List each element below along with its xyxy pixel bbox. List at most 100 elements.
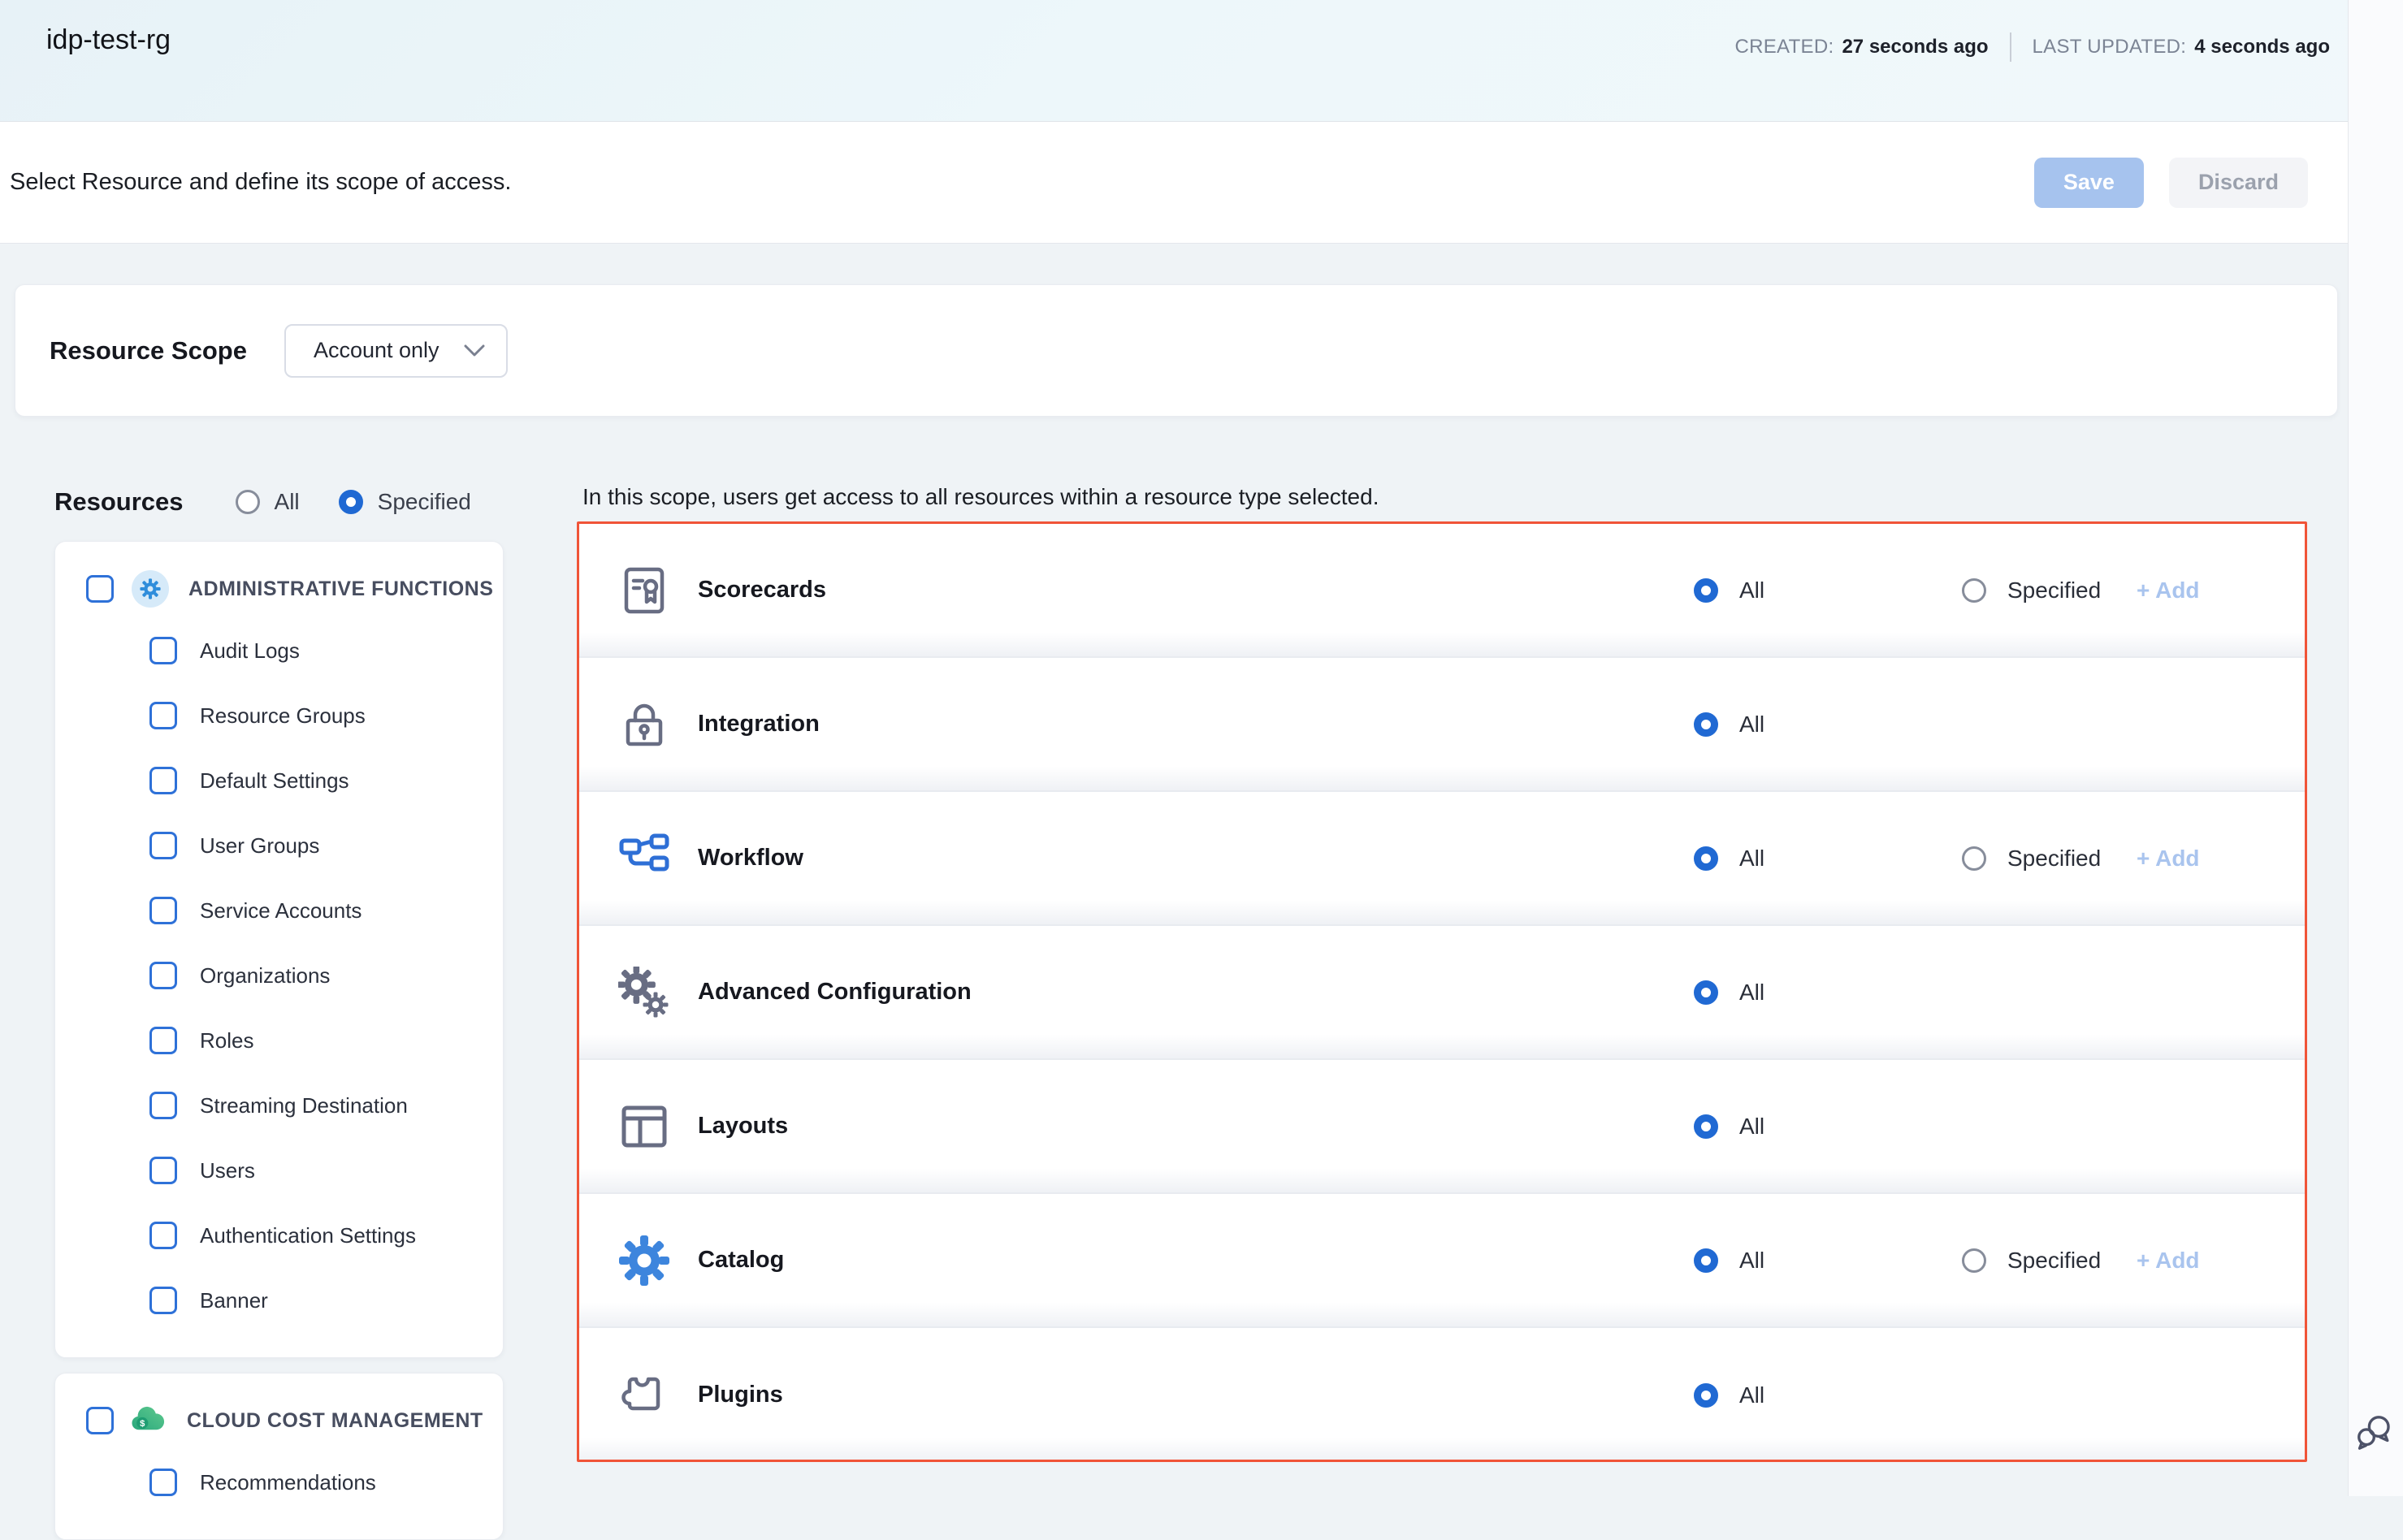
resource-type-row: Advanced Configuration All <box>579 926 2305 1060</box>
resource-item-label: Users <box>200 1158 255 1183</box>
radio-all-control[interactable] <box>236 490 260 514</box>
radio-all-label: All <box>1739 1248 1764 1274</box>
resource-item-checkbox[interactable] <box>149 1092 177 1119</box>
resource-type-name: Scorecards <box>698 577 826 603</box>
group-header: $ CLOUD COST MANAGEMENT <box>55 1391 503 1450</box>
chat-bubbles-icon[interactable] <box>2353 1412 2397 1456</box>
radio-specified-label: Specified <box>2007 846 2101 872</box>
right-gutter <box>2348 0 2403 1496</box>
resource-item-label: Resource Groups <box>200 703 366 729</box>
resource-type-name: Layouts <box>698 1113 788 1140</box>
cloud-dollar-icon: $ <box>128 1401 167 1440</box>
radio-all-label: All <box>275 489 300 515</box>
resources-title: Resources <box>54 487 184 517</box>
group-label: ADMINISTRATIVE FUNCTIONS <box>188 578 493 601</box>
row-radio-all[interactable]: All <box>1694 1114 1764 1140</box>
resource-type-name: Integration <box>698 711 820 738</box>
row-radio-all[interactable]: All <box>1694 1248 1764 1274</box>
advanced-configuration-gears-icon <box>618 967 670 1019</box>
resource-type-name: Catalog <box>698 1247 784 1274</box>
resource-item-checkbox[interactable] <box>149 702 177 729</box>
timestamps: CREATED: 27 seconds ago LAST UPDATED: 4 … <box>1734 32 2330 62</box>
radio-specified-control[interactable] <box>1962 1248 1986 1273</box>
resource-type-row: WorkflowAllSpecified+ Add <box>579 792 2305 926</box>
resource-item-checkbox[interactable] <box>149 832 177 859</box>
group-checkbox[interactable] <box>86 1407 114 1434</box>
last-updated-label: LAST UPDATED: <box>2033 36 2187 58</box>
resources-radio-specified[interactable]: Specified <box>339 489 471 515</box>
radio-specified-control[interactable] <box>1962 846 1986 871</box>
radio-all-control[interactable] <box>1694 1383 1718 1408</box>
resource-item-label: Authentication Settings <box>200 1223 416 1248</box>
resource-type-name: Plugins <box>698 1382 783 1408</box>
resource-item-checkbox[interactable] <box>149 962 177 989</box>
resource-scope-card: Resource Scope Account only <box>15 284 2338 417</box>
resource-type-row: Plugins All <box>579 1328 2305 1462</box>
resource-scope-dropdown[interactable]: Account only <box>284 324 508 378</box>
resource-item-label: Roles <box>200 1028 253 1053</box>
resource-item-label: Default Settings <box>200 768 349 794</box>
row-radio-all[interactable]: All <box>1694 712 1764 738</box>
row-radio-specified[interactable]: Specified <box>1962 1248 2101 1274</box>
resource-item-checkbox[interactable] <box>149 1027 177 1054</box>
row-radio-all[interactable]: All <box>1694 578 1764 603</box>
toolbar-description: Select Resource and define its scope of … <box>10 169 511 196</box>
radio-all-control[interactable] <box>1694 578 1718 603</box>
resource-item-row: Banner <box>55 1268 503 1333</box>
radio-all-label: All <box>1739 846 1764 872</box>
resources-radio-all[interactable]: All <box>236 489 300 515</box>
radio-specified-label: Specified <box>2007 1248 2101 1274</box>
group-header: ADMINISTRATIVE FUNCTIONS <box>55 560 503 618</box>
radio-specified-label: Specified <box>378 489 471 515</box>
resource-type-row: Integration All <box>579 658 2305 792</box>
resource-item-row: Streaming Destination <box>55 1073 503 1138</box>
radio-specified-control[interactable] <box>339 490 363 514</box>
row-radio-all[interactable]: All <box>1694 1382 1764 1408</box>
radio-specified-control[interactable] <box>1962 578 1986 603</box>
radio-all-control[interactable] <box>1694 846 1718 871</box>
resource-type-row: Catalog All Specified + Add <box>579 1194 2305 1328</box>
group-checkbox[interactable] <box>86 575 114 603</box>
radio-all-control[interactable] <box>1694 1114 1718 1139</box>
resource-group-card: ADMINISTRATIVE FUNCTIONS Audit Logs Resour… <box>54 541 504 1358</box>
row-radio-specified[interactable]: Specified <box>1962 846 2101 872</box>
resource-item-checkbox[interactable] <box>149 897 177 924</box>
radio-all-control[interactable] <box>1694 712 1718 737</box>
resource-scope-label: Resource Scope <box>50 336 247 366</box>
radio-all-control[interactable] <box>1694 980 1718 1005</box>
resource-item-checkbox[interactable] <box>149 637 177 664</box>
add-button[interactable]: + Add <box>2137 1248 2200 1274</box>
scope-panel-description: In this scope, users get access to all r… <box>582 484 2307 521</box>
resource-item-checkbox[interactable] <box>149 767 177 794</box>
row-radio-specified[interactable]: Specified <box>1962 578 2101 603</box>
resource-item-row: Default Settings <box>55 748 503 813</box>
resource-item-row: User Groups <box>55 813 503 878</box>
resource-item-label: Audit Logs <box>200 638 300 664</box>
workflow-icon <box>618 833 670 885</box>
add-button[interactable]: + Add <box>2137 846 2200 872</box>
row-radio-all[interactable]: All <box>1694 980 1764 1006</box>
radio-all-label: All <box>1739 1382 1764 1408</box>
resource-item-label: Service Accounts <box>200 898 362 924</box>
catalog-gear-icon <box>618 1235 670 1287</box>
scope-panel: In this scope, users get access to all r… <box>577 478 2307 1540</box>
resource-item-row: Recommendations <box>55 1450 503 1515</box>
save-button[interactable]: Save <box>2034 158 2144 208</box>
resource-item-checkbox[interactable] <box>149 1222 177 1249</box>
add-button[interactable]: + Add <box>2137 578 2200 603</box>
resource-item-row: Service Accounts <box>55 878 503 943</box>
resource-item-checkbox[interactable] <box>149 1469 177 1496</box>
resource-item-checkbox[interactable] <box>149 1287 177 1314</box>
radio-all-control[interactable] <box>1694 1248 1718 1273</box>
plugins-puzzle-icon <box>618 1369 670 1421</box>
scorecards-icon <box>618 565 670 616</box>
integration-lock-icon <box>618 699 670 751</box>
resource-type-name: Advanced Configuration <box>698 979 972 1006</box>
toolbar-buttons: Save Discard <box>2034 158 2308 208</box>
resource-item-checkbox[interactable] <box>149 1157 177 1184</box>
resource-group-card: $ CLOUD COST MANAGEMENTRecommendations <box>54 1373 504 1540</box>
row-radio-all[interactable]: All <box>1694 846 1764 872</box>
resource-item-row: Organizations <box>55 943 503 1008</box>
discard-button[interactable]: Discard <box>2169 158 2308 208</box>
svg-text:$: $ <box>140 1419 145 1429</box>
